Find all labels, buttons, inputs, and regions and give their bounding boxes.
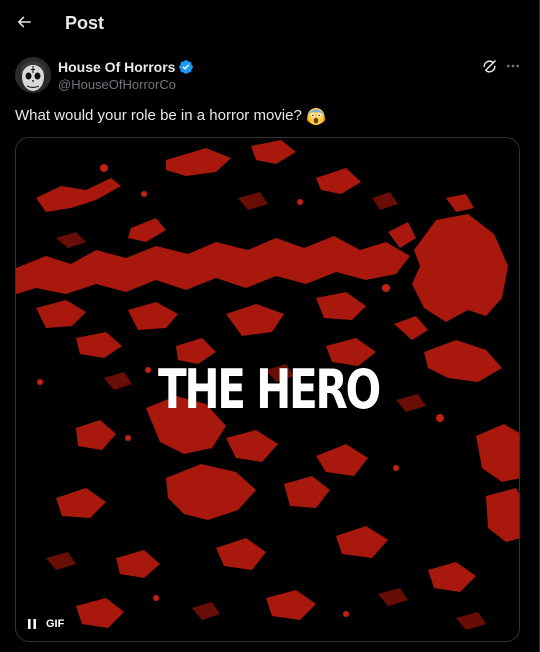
pause-icon[interactable]	[26, 618, 38, 630]
grok-button[interactable]	[479, 56, 499, 76]
top-bar: Post	[0, 0, 539, 46]
grok-icon	[482, 59, 496, 72]
more-options-button[interactable]	[504, 56, 522, 76]
author-handle[interactable]: @HouseOfHorrorCo	[58, 77, 176, 93]
screaming-face-emoji-icon	[306, 106, 326, 126]
gif-controls: GIF	[26, 616, 64, 632]
skull-avatar-icon	[15, 57, 51, 93]
gif-media[interactable]: THE HERO GIF	[15, 137, 520, 642]
verified-badge-icon	[178, 59, 194, 75]
more-horizontal-icon	[507, 64, 519, 68]
author-name-row: House Of Horrors	[58, 58, 194, 76]
page-title: Post	[65, 13, 105, 33]
arrow-left-icon	[17, 16, 31, 28]
author-name[interactable]: House Of Horrors	[58, 58, 175, 76]
gif-badge: GIF	[46, 618, 65, 630]
avatar[interactable]	[15, 57, 51, 93]
post-text-content: What would your role be in a horror movi…	[15, 107, 302, 124]
gif-caption: THE HERO	[158, 358, 381, 421]
post-page: Post House Of Horrors @HouseOfHorrorCo W…	[0, 0, 540, 652]
back-button[interactable]	[10, 8, 38, 36]
post-text: What would your role be in a horror movi…	[15, 106, 326, 126]
